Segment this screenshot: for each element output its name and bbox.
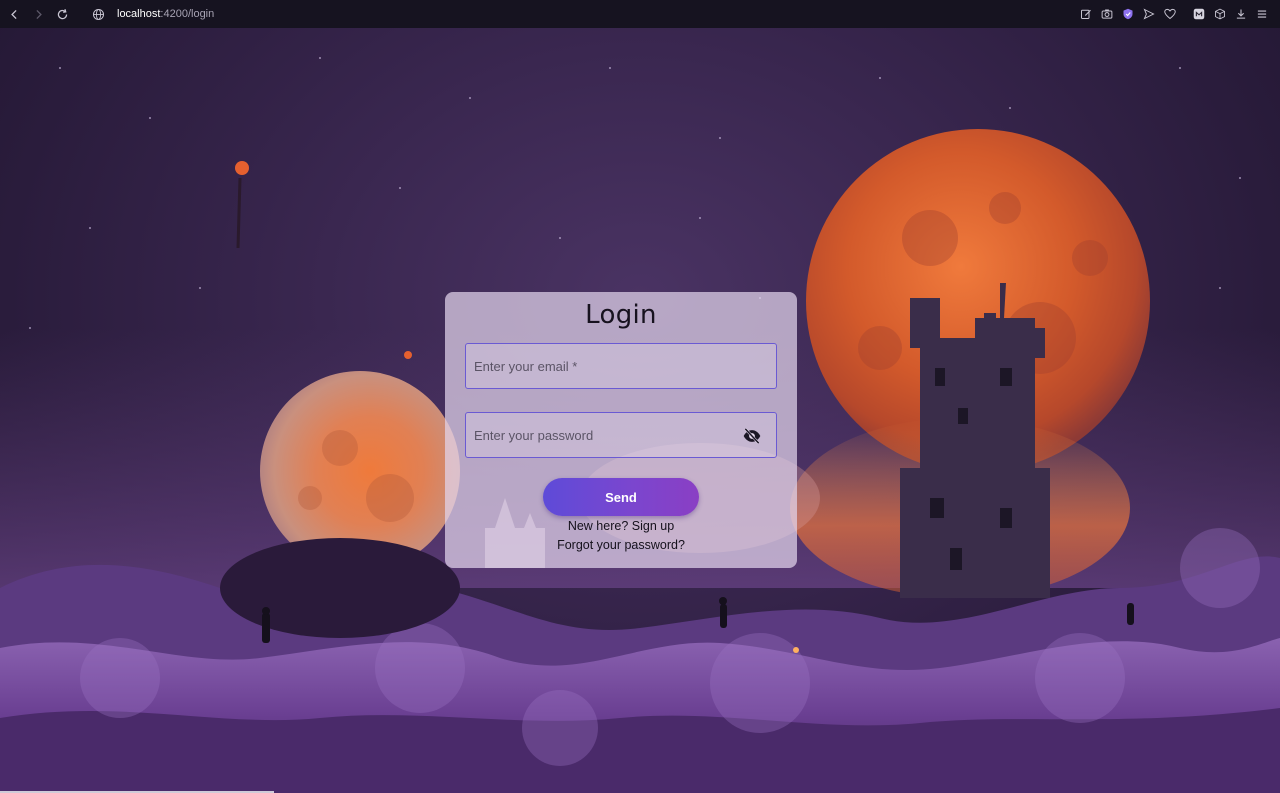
reload-icon[interactable] [50,2,74,26]
login-card: Login Send New here? Sign up Forgot your… [445,292,797,568]
back-arrow-icon[interactable] [2,2,26,26]
eye-off-icon[interactable] [742,426,762,446]
edit-icon[interactable] [1076,4,1096,24]
signup-link[interactable]: New here? Sign up [445,519,797,533]
login-title: Login [585,300,657,330]
extension-icon[interactable] [1189,4,1209,24]
shield-icon[interactable] [1118,4,1138,24]
cube-icon[interactable] [1210,4,1230,24]
forward-arrow-icon[interactable] [26,2,50,26]
email-field[interactable] [465,343,777,389]
send-icon[interactable] [1139,4,1159,24]
browser-toolbar: localhost:4200/login [0,0,1280,28]
url-path: :4200/login [160,8,215,20]
globe-icon [92,8,105,20]
address-bar[interactable]: localhost:4200/login [92,3,214,25]
menu-icon[interactable] [1252,4,1272,24]
email-input[interactable] [466,344,776,388]
url-host: localhost [117,8,161,20]
forgot-password-link[interactable]: Forgot your password? [445,538,797,552]
password-field[interactable] [465,412,777,458]
camera-icon[interactable] [1097,4,1117,24]
password-input[interactable] [466,413,776,457]
heart-icon[interactable] [1160,4,1180,24]
download-icon[interactable] [1231,4,1251,24]
send-button[interactable]: Send [543,478,699,516]
